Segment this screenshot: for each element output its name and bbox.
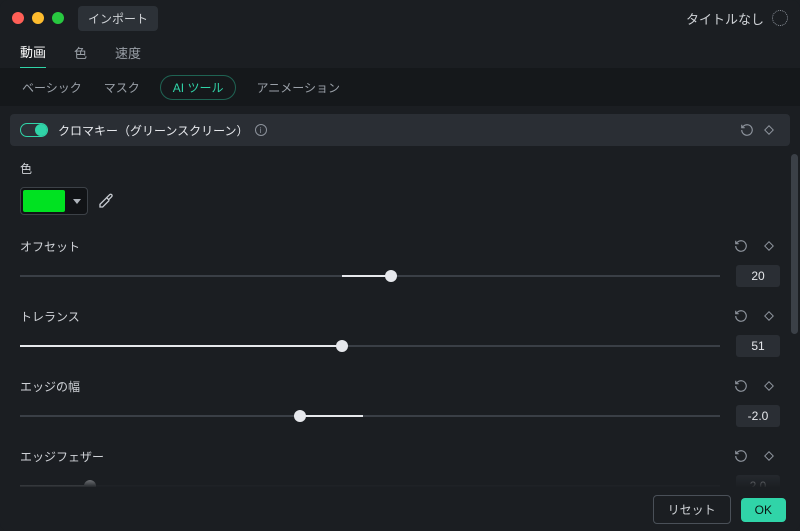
titlebar: インポート タイトルなし (0, 0, 800, 36)
color-row (20, 187, 780, 215)
edge-width-row: エッジの幅 -2.0 (20, 375, 780, 427)
keyframe-edge-width-icon[interactable] (758, 375, 780, 397)
import-button[interactable]: インポート (78, 6, 158, 31)
reset-edge-feather-icon[interactable] (730, 445, 752, 467)
tolerance-value[interactable]: 51 (736, 335, 780, 357)
content-area: 色 オフセット (0, 146, 800, 531)
maximize-window-icon[interactable] (52, 12, 64, 24)
window: インポート タイトルなし 動画 色 速度 ベーシック マスク AI ツール アニ… (0, 0, 800, 531)
keyframe-offset-icon[interactable] (758, 235, 780, 257)
chromakey-toggle[interactable] (20, 123, 48, 137)
offset-slider[interactable] (20, 270, 720, 282)
secondary-tabs-wrap: ベーシック マスク AI ツール アニメーション (0, 68, 800, 106)
subtab-animation[interactable]: アニメーション (254, 75, 342, 100)
eyedropper-icon[interactable] (98, 193, 114, 209)
title-right: タイトルなし (686, 9, 788, 28)
tab-video[interactable]: 動画 (20, 42, 46, 69)
color-label: 色 (20, 160, 780, 177)
subtab-ai-tool[interactable]: AI ツール (160, 75, 237, 100)
edge-width-label: エッジの幅 (20, 378, 730, 395)
color-dropdown[interactable] (20, 187, 88, 215)
keyframe-edge-feather-icon[interactable] (758, 445, 780, 467)
edge-feather-label: エッジフェザー (20, 448, 730, 465)
chromakey-header: クロマキー（グリーンスクリーン） i (10, 114, 790, 146)
offset-value[interactable]: 20 (736, 265, 780, 287)
color-swatch (23, 190, 65, 212)
edge-width-slider[interactable] (20, 410, 720, 422)
tolerance-label: トレランス (20, 308, 730, 325)
keyframe-chromakey-icon[interactable] (758, 119, 780, 141)
primary-tabs: 動画 色 速度 (0, 36, 800, 68)
reset-chromakey-icon[interactable] (736, 119, 758, 141)
close-window-icon[interactable] (12, 12, 24, 24)
save-status-icon[interactable] (772, 10, 788, 26)
subtab-basic[interactable]: ベーシック (20, 75, 84, 100)
footer: リセット OK (0, 487, 800, 531)
tolerance-row: トレランス 51 (20, 305, 780, 357)
traffic-lights (12, 12, 64, 24)
tolerance-slider[interactable] (20, 340, 720, 352)
reset-edge-width-icon[interactable] (730, 375, 752, 397)
document-title: タイトルなし (686, 9, 764, 28)
reset-tolerance-icon[interactable] (730, 305, 752, 327)
minimize-window-icon[interactable] (32, 12, 44, 24)
info-icon[interactable]: i (255, 124, 267, 136)
ok-button[interactable]: OK (741, 498, 786, 522)
tab-speed[interactable]: 速度 (115, 43, 141, 68)
secondary-tabs: ベーシック マスク AI ツール アニメーション (20, 68, 780, 106)
tab-color[interactable]: 色 (74, 43, 87, 68)
chevron-down-icon (73, 199, 81, 204)
edge-width-value[interactable]: -2.0 (736, 405, 780, 427)
offset-row: オフセット 20 (20, 235, 780, 287)
reset-offset-icon[interactable] (730, 235, 752, 257)
keyframe-tolerance-icon[interactable] (758, 305, 780, 327)
offset-label: オフセット (20, 238, 730, 255)
reset-button[interactable]: リセット (653, 495, 731, 524)
subtab-mask[interactable]: マスク (102, 75, 142, 100)
chromakey-label: クロマキー（グリーンスクリーン） (58, 122, 249, 139)
vertical-scrollbar[interactable] (791, 154, 798, 471)
